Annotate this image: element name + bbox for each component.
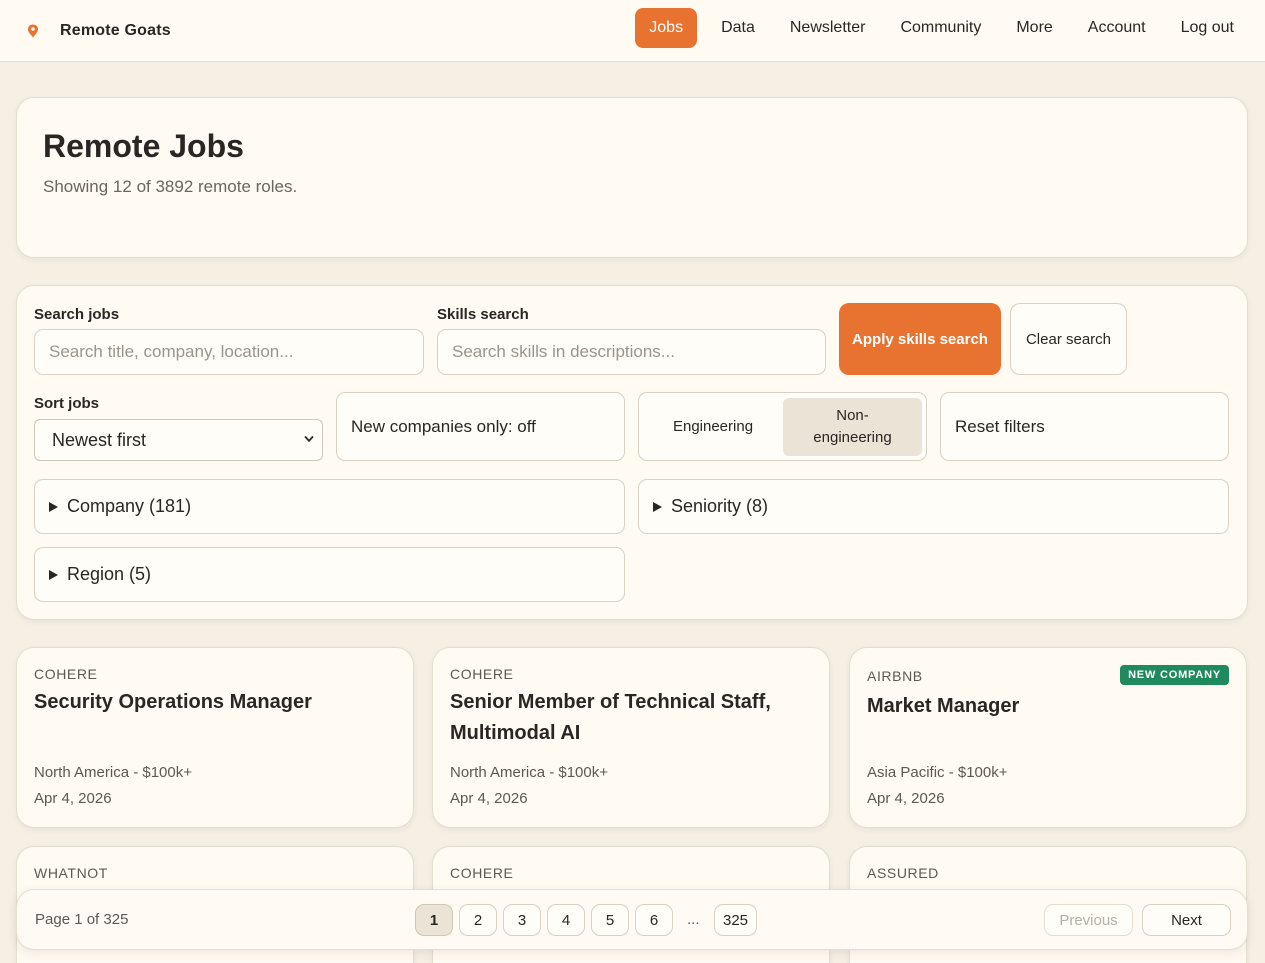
job-location: North America - $100k+: [450, 764, 608, 781]
job-location: Asia Pacific - $100k+: [867, 764, 1008, 781]
brand-name: Remote Goats: [60, 21, 171, 39]
job-title[interactable]: Market Manager: [867, 691, 1227, 722]
region-filter-group[interactable]: Region (5): [34, 547, 625, 602]
skills-label: Skills search: [437, 306, 529, 323]
page-6-button[interactable]: 6: [635, 904, 673, 936]
hero-card: Remote Jobs Showing 12 of 3892 remote ro…: [16, 97, 1248, 258]
top-bar: Remote Goats Jobs Data Newsletter Commun…: [0, 0, 1265, 62]
sort-select[interactable]: Newest first: [34, 419, 323, 461]
job-date: Apr 4, 2026: [34, 790, 112, 807]
new-company-badge: NEW COMPANY: [1120, 665, 1229, 685]
pagination-bar: Page 1 of 325 1 2 3 4 5 6 ... 325 Previo…: [16, 889, 1248, 950]
triangle-right-icon: [49, 569, 58, 580]
brand[interactable]: Remote Goats: [27, 22, 171, 40]
nav-more[interactable]: More: [999, 8, 1069, 48]
triangle-right-icon: [653, 501, 662, 512]
job-location: North America - $100k+: [34, 764, 192, 781]
job-card[interactable]: AIRBNB NEW COMPANY Market Manager Asia P…: [849, 647, 1247, 828]
page-5-button[interactable]: 5: [591, 904, 629, 936]
page-2-button[interactable]: 2: [459, 904, 497, 936]
job-company: ASSURED: [867, 865, 939, 881]
segment-engineering[interactable]: Engineering: [644, 398, 782, 456]
nav-account[interactable]: Account: [1071, 8, 1163, 48]
sort-label: Sort jobs: [34, 395, 100, 412]
page-4-button[interactable]: 4: [547, 904, 585, 936]
pin-icon: [28, 24, 38, 37]
triangle-right-icon: [49, 501, 58, 512]
job-company: AIRBNB: [867, 668, 923, 684]
new-companies-toggle[interactable]: New companies only: off: [336, 392, 625, 461]
results-summary: Showing 12 of 3892 remote roles.: [43, 177, 298, 196]
job-card[interactable]: COHERE Senior Member of Technical Staff,…: [432, 647, 830, 828]
job-company: COHERE: [450, 666, 514, 682]
page-1-button[interactable]: 1: [415, 904, 453, 936]
job-company: COHERE: [34, 666, 98, 682]
job-type-segmented-control: Engineering Non-engineering: [638, 392, 927, 461]
job-card[interactable]: COHERE Security Operations Manager North…: [16, 647, 414, 828]
search-input[interactable]: Search title, company, location...: [34, 329, 424, 375]
segment-non-engineering[interactable]: Non-engineering: [783, 398, 922, 456]
filters-panel: Search jobs Search title, company, locat…: [16, 285, 1248, 620]
sort-value: Newest first: [52, 429, 147, 450]
page-title: Remote Jobs: [43, 128, 244, 164]
next-button[interactable]: Next: [1142, 904, 1231, 936]
company-filter-label: Company (181): [67, 496, 192, 516]
job-date: Apr 4, 2026: [450, 790, 528, 807]
company-filter-group[interactable]: Company (181): [34, 479, 625, 534]
nav-data[interactable]: Data: [704, 8, 772, 48]
apply-skills-button[interactable]: Apply skills search: [839, 303, 1001, 375]
skills-input[interactable]: Search skills in descriptions...: [437, 329, 826, 375]
previous-button[interactable]: Previous: [1044, 904, 1133, 936]
chevron-down-icon: [304, 436, 314, 443]
page-3-button[interactable]: 3: [503, 904, 541, 936]
reset-filters-button[interactable]: Reset filters: [940, 392, 1229, 461]
job-company: WHATNOT: [34, 865, 108, 881]
job-company: COHERE: [450, 865, 514, 881]
region-filter-label: Region (5): [67, 564, 152, 584]
nav-logout[interactable]: Log out: [1164, 8, 1251, 48]
nav-community[interactable]: Community: [883, 8, 998, 48]
page-info: Page 1 of 325: [35, 911, 129, 928]
search-label: Search jobs: [34, 306, 120, 323]
seniority-filter-group[interactable]: Seniority (8): [638, 479, 1229, 534]
clear-search-button[interactable]: Clear search: [1010, 303, 1127, 375]
seniority-filter-label: Seniority (8): [671, 496, 769, 516]
page-ellipsis: ...: [687, 911, 700, 928]
main-nav: Jobs Data Newsletter Community More Acco…: [634, 8, 1251, 48]
page-last-button[interactable]: 325: [714, 904, 758, 936]
job-title[interactable]: Security Operations Manager: [34, 687, 394, 718]
nav-jobs[interactable]: Jobs: [635, 8, 698, 48]
job-title[interactable]: Senior Member of Technical Staff, Multim…: [450, 687, 810, 749]
nav-newsletter[interactable]: Newsletter: [773, 8, 883, 48]
job-date: Apr 4, 2026: [867, 790, 945, 807]
